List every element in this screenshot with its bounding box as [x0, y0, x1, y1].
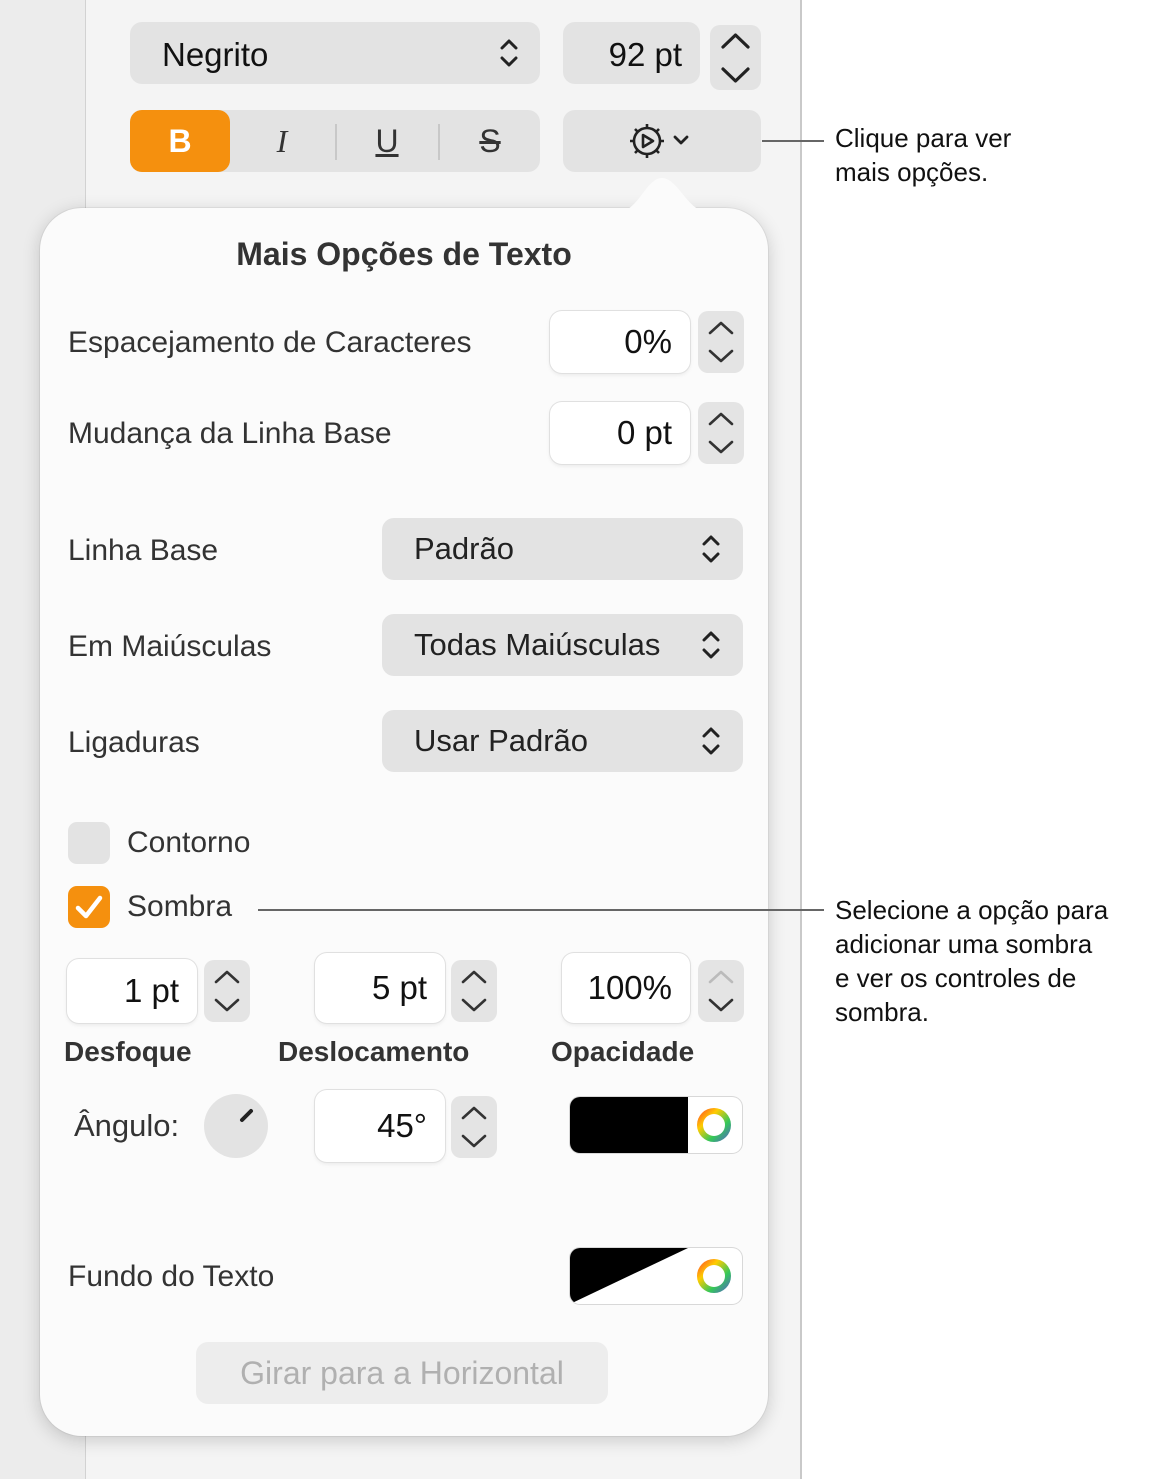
baseline-label: Linha Base — [68, 534, 219, 567]
offset-caption: Deslocamento — [278, 1036, 470, 1067]
color-wheel-icon[interactable] — [694, 1105, 734, 1145]
capitalization-popup[interactable]: Todas Maiúsculas — [382, 614, 743, 676]
callout-leader-line — [762, 140, 824, 142]
popover-title: Mais Opções de Texto — [236, 236, 572, 272]
outline-label: Contorno — [127, 826, 251, 859]
offset-field[interactable]: 5 pt — [315, 953, 445, 1023]
shadow-color-well[interactable] — [570, 1097, 742, 1153]
capitalization-label: Em Maiúsculas — [68, 630, 272, 663]
shadow-label: Sombra — [127, 890, 233, 923]
callout-line: adicionar uma sombra — [835, 929, 1093, 959]
shadow-color-swatch — [570, 1097, 688, 1153]
char-spacing-field[interactable]: 0% — [550, 311, 690, 373]
opacity-field[interactable]: 100% — [562, 953, 690, 1023]
stepper-arrows-icon — [708, 970, 734, 1012]
stepper-arrows-icon — [214, 970, 240, 1012]
text-background-color-well[interactable] — [570, 1248, 742, 1304]
text-background-label: Fundo do Texto — [68, 1260, 275, 1293]
callout-line: e ver os controles de — [835, 963, 1077, 993]
blur-stepper[interactable] — [204, 960, 250, 1022]
baseline-shift-label: Mudança da Linha Base — [68, 417, 392, 450]
offset-stepper[interactable] — [451, 960, 497, 1022]
stepper-arrows-icon — [461, 970, 487, 1012]
stepper-arrows-icon — [721, 33, 750, 83]
gear-chevron-icon — [630, 124, 689, 158]
more-text-options-button[interactable] — [563, 110, 761, 172]
baseline-value: Padrão — [414, 531, 514, 566]
stepper-arrows-icon — [708, 412, 734, 454]
updown-chevron-icon — [702, 631, 720, 659]
stepper-arrows-icon — [708, 321, 734, 363]
baseline-shift-stepper[interactable] — [698, 402, 744, 464]
char-spacing-label: Espacejamento de Caracteres — [68, 326, 472, 359]
angle-dial[interactable] — [204, 1094, 268, 1158]
font-size-field[interactable]: 92 pt — [563, 22, 700, 84]
updown-chevron-icon — [500, 39, 518, 67]
ligatures-value: Usar Padrão — [414, 723, 589, 758]
angle-indicator-icon — [240, 1109, 253, 1122]
callout-line: Clique para ver — [835, 123, 1012, 153]
opacity-caption: Opacidade — [551, 1036, 695, 1067]
blur-caption: Desfoque — [64, 1036, 192, 1067]
font-size-value: 92 pt — [608, 36, 682, 73]
shadow-checkbox[interactable] — [68, 886, 110, 928]
char-spacing-stepper[interactable] — [698, 311, 744, 373]
underline-button[interactable]: U — [337, 110, 437, 172]
strikethrough-button[interactable]: S — [440, 110, 540, 172]
opacity-stepper[interactable] — [698, 960, 744, 1022]
font-style-popup[interactable]: Negrito — [130, 22, 540, 84]
blur-field[interactable]: 1 pt — [67, 959, 197, 1023]
popover-arrow — [618, 178, 708, 212]
more-options-callout: Clique para ver mais opções. — [835, 121, 1011, 189]
baseline-popup[interactable]: Padrão — [382, 518, 743, 580]
color-wheel-icon[interactable] — [694, 1256, 734, 1296]
callout-line: mais opções. — [835, 157, 989, 187]
bold-button[interactable]: B — [130, 110, 230, 172]
font-style-label: Negrito — [162, 36, 269, 73]
outline-checkbox[interactable] — [68, 822, 110, 864]
callout-line: sombra. — [835, 997, 929, 1027]
angle-field[interactable]: 45° — [315, 1090, 445, 1162]
capitalization-value: Todas Maiúsculas — [414, 627, 661, 662]
callout-leader-line — [258, 909, 824, 911]
shadow-callout: Selecione a opção para adicionar uma som… — [835, 893, 1108, 1029]
ligatures-label: Ligaduras — [68, 726, 200, 759]
stepper-arrows-icon — [461, 1106, 487, 1148]
font-size-stepper[interactable] — [710, 25, 761, 90]
no-fill-swatch — [570, 1248, 688, 1304]
ligatures-popup[interactable]: Usar Padrão — [382, 710, 743, 772]
updown-chevron-icon — [702, 727, 720, 755]
angle-label: Ângulo: — [74, 1108, 180, 1143]
checkmark-icon — [75, 895, 103, 919]
baseline-shift-field[interactable]: 0 pt — [550, 402, 690, 464]
angle-stepper[interactable] — [451, 1096, 497, 1158]
updown-chevron-icon — [702, 535, 720, 563]
italic-button[interactable]: I — [232, 110, 332, 172]
callout-line: Selecione a opção para — [835, 895, 1109, 925]
rotate-horizontal-button[interactable]: Girar para a Horizontal — [196, 1342, 608, 1404]
